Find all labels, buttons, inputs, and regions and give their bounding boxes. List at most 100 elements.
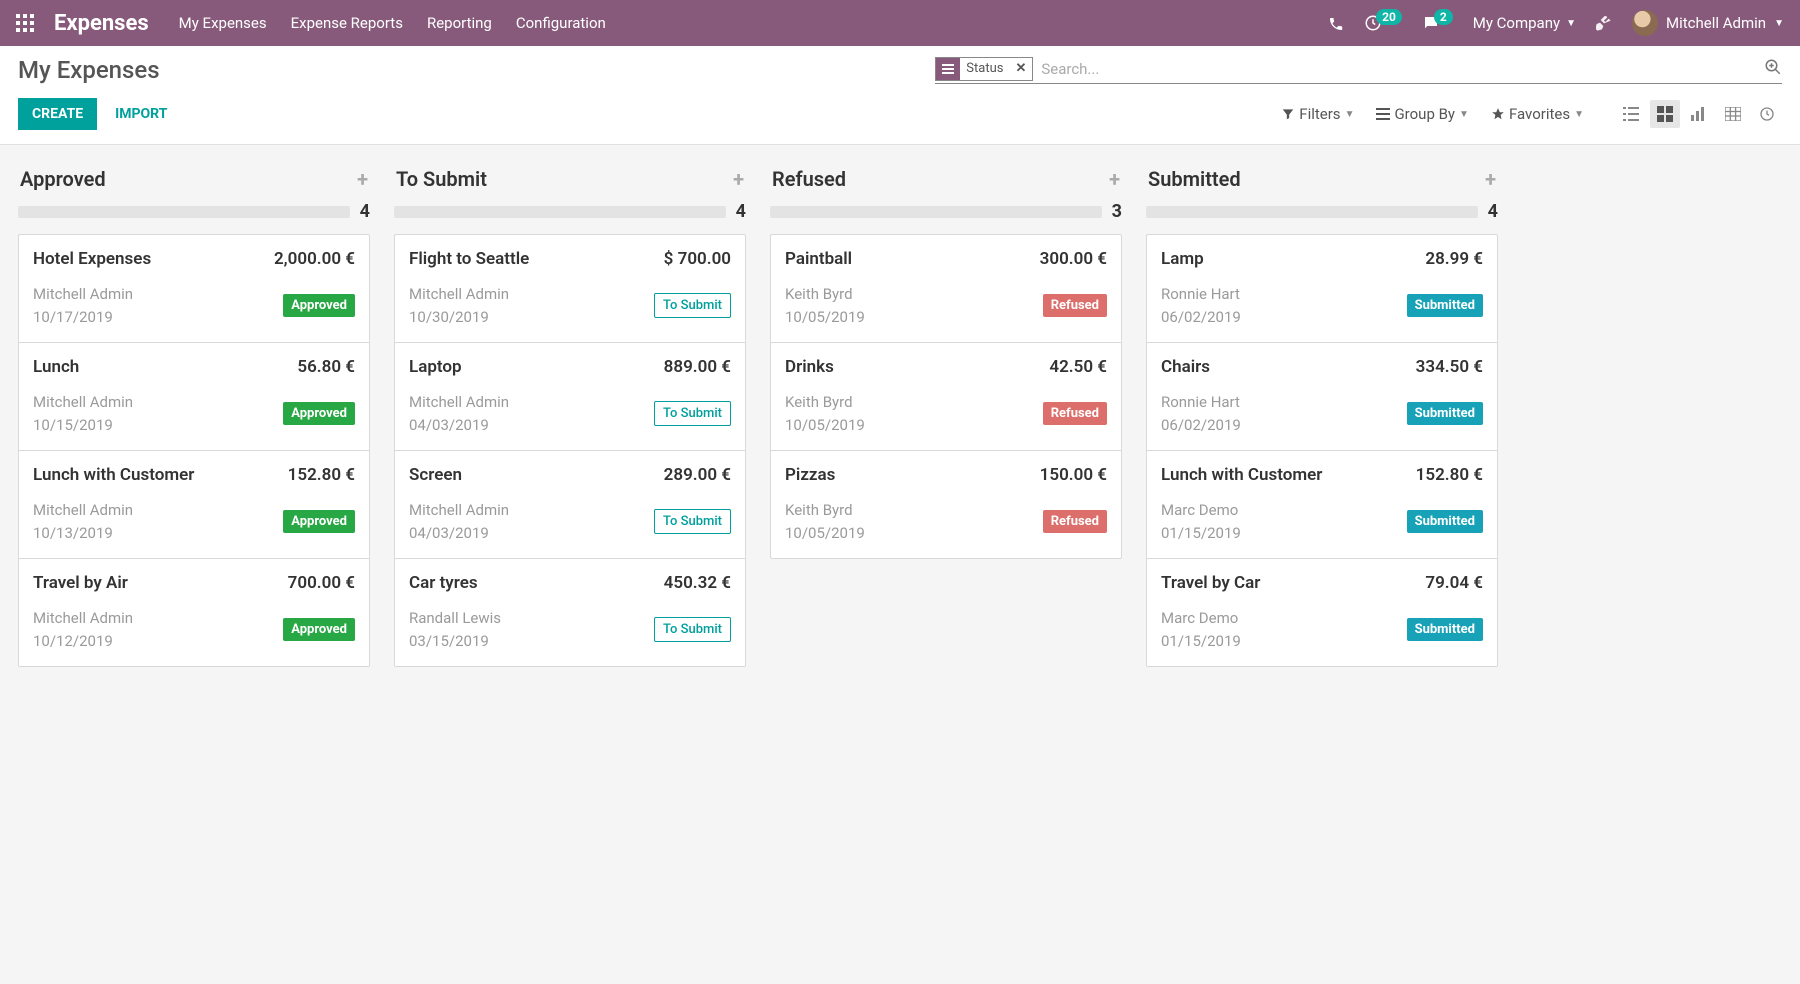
card-title: Flight to Seattle [409, 249, 529, 269]
view-list-icon[interactable] [1616, 100, 1646, 128]
nav-expense-reports[interactable]: Expense Reports [291, 14, 403, 32]
column-title[interactable]: Submitted [1148, 167, 1241, 191]
column-add-icon[interactable]: + [1485, 167, 1496, 191]
kanban-column: Approved+4 Hotel Expenses 2,000.00 € Mit… [18, 163, 370, 667]
column-title[interactable]: Refused [772, 167, 846, 191]
user-menu[interactable]: Mitchell Admin ▼ [1632, 10, 1784, 36]
column-count: 4 [736, 201, 746, 222]
import-button[interactable]: IMPORT [115, 106, 167, 122]
card-meta: Mitchell Admin10/30/2019 [409, 283, 509, 328]
kanban-card[interactable]: Travel by Car 79.04 € Marc Demo01/15/201… [1147, 559, 1497, 666]
status-badge: Submitted [1407, 294, 1483, 317]
card-meta: Marc Demo01/15/2019 [1161, 607, 1241, 652]
kanban-card[interactable]: Car tyres 450.32 € Randall Lewis03/15/20… [395, 559, 745, 666]
kanban-card[interactable]: Laptop 889.00 € Mitchell Admin04/03/2019… [395, 343, 745, 451]
chat-badge: 2 [1434, 9, 1453, 25]
filters-button[interactable]: Filters ▼ [1281, 105, 1354, 123]
status-badge: Approved [283, 294, 355, 317]
card-amount: 152.80 € [288, 465, 355, 485]
kanban-card[interactable]: Lamp 28.99 € Ronnie Hart06/02/2019 Submi… [1147, 235, 1497, 343]
card-meta: Ronnie Hart06/02/2019 [1161, 283, 1241, 328]
kanban-card[interactable]: Flight to Seattle $ 700.00 Mitchell Admi… [395, 235, 745, 343]
status-badge: Approved [283, 618, 355, 641]
kanban-card[interactable]: Screen 289.00 € Mitchell Admin04/03/2019… [395, 451, 745, 559]
view-graph-icon[interactable] [1684, 100, 1714, 128]
nav-configuration[interactable]: Configuration [516, 14, 606, 32]
column-add-icon[interactable]: + [733, 167, 744, 191]
column-count: 4 [1488, 201, 1498, 222]
status-badge: To Submit [654, 401, 731, 426]
card-meta: Ronnie Hart06/02/2019 [1161, 391, 1241, 436]
kanban-card[interactable]: Lunch with Customer 152.80 € Mitchell Ad… [19, 451, 369, 559]
top-nav: My Expenses Expense Reports Reporting Co… [179, 14, 606, 32]
progress-bar [770, 206, 1102, 218]
status-badge: Submitted [1407, 618, 1483, 641]
kanban-card[interactable]: Drinks 42.50 € Keith Byrd10/05/2019 Refu… [771, 343, 1121, 451]
view-pivot-icon[interactable] [1718, 100, 1748, 128]
card-amount: 889.00 € [664, 357, 731, 377]
search-input[interactable] [1041, 60, 1764, 78]
card-list: Flight to Seattle $ 700.00 Mitchell Admi… [394, 234, 746, 667]
favorites-label: Favorites [1509, 105, 1570, 123]
card-amount: 79.04 € [1425, 573, 1483, 593]
kanban-column: Submitted +4 Lamp 28.99 € Ronnie Hart06/0… [1146, 163, 1498, 667]
card-amount: 56.80 € [297, 357, 355, 377]
column-add-icon[interactable]: + [1109, 167, 1120, 191]
kanban-card[interactable]: Pizzas 150.00 € Keith Byrd10/05/2019 Ref… [771, 451, 1121, 558]
chat-icon[interactable]: 2 [1422, 14, 1453, 32]
card-amount: 700.00 € [288, 573, 355, 593]
card-title: Travel by Air [33, 573, 128, 593]
status-badge: Approved [283, 402, 355, 425]
nav-my-expenses[interactable]: My Expenses [179, 14, 267, 32]
card-meta: Mitchell Admin10/12/2019 [33, 607, 133, 652]
kanban-card[interactable]: Chairs 334.50 € Ronnie Hart06/02/2019 Su… [1147, 343, 1497, 451]
kanban-card[interactable]: Lunch 56.80 € Mitchell Admin10/15/2019 A… [19, 343, 369, 451]
favorites-button[interactable]: Favorites ▼ [1491, 105, 1584, 123]
apps-icon[interactable] [16, 14, 34, 32]
search-bar[interactable]: Status ✕ [935, 57, 1782, 84]
card-list: Paintball 300.00 € Keith Byrd10/05/2019 … [770, 234, 1122, 559]
chevron-down-icon: ▼ [1459, 109, 1469, 120]
phone-icon[interactable] [1328, 14, 1344, 32]
groupby-button[interactable]: Group By ▼ [1376, 105, 1468, 123]
card-amount: 289.00 € [664, 465, 731, 485]
card-title: Pizzas [785, 465, 835, 485]
view-switcher [1616, 100, 1782, 128]
view-activity-icon[interactable] [1752, 100, 1782, 128]
status-badge: Refused [1043, 510, 1107, 533]
card-meta: Keith Byrd10/05/2019 [785, 283, 865, 328]
tools-icon[interactable] [1596, 14, 1612, 32]
card-meta: Marc Demo01/15/2019 [1161, 499, 1241, 544]
chevron-down-icon: ▼ [1345, 109, 1355, 120]
search-icon[interactable] [1764, 58, 1782, 80]
column-title[interactable]: To Submit [396, 167, 487, 191]
column-title[interactable]: Approved [20, 167, 106, 191]
app-title[interactable]: Expenses [54, 11, 149, 36]
card-title: Travel by Car [1161, 573, 1260, 593]
search-facet-status[interactable]: Status ✕ [935, 57, 1033, 81]
page-title: My Expenses [18, 56, 160, 84]
card-meta: Mitchell Admin04/03/2019 [409, 391, 509, 436]
kanban-card[interactable]: Travel by Air 700.00 € Mitchell Admin10/… [19, 559, 369, 666]
create-button[interactable]: CREATE [18, 98, 97, 130]
card-meta: Mitchell Admin04/03/2019 [409, 499, 509, 544]
facet-remove[interactable]: ✕ [1009, 61, 1032, 76]
card-amount: 42.50 € [1049, 357, 1107, 377]
card-amount: 450.32 € [664, 573, 731, 593]
column-add-icon[interactable]: + [357, 167, 368, 191]
nav-reporting[interactable]: Reporting [427, 14, 492, 32]
clock-icon[interactable]: 20 [1364, 14, 1402, 32]
card-title: Chairs [1161, 357, 1210, 377]
progress-bar [394, 206, 726, 218]
status-badge: Refused [1043, 402, 1107, 425]
progress-bar [18, 206, 350, 218]
kanban-card[interactable]: Hotel Expenses 2,000.00 € Mitchell Admin… [19, 235, 369, 343]
kanban-column: Refused +3 Paintball 300.00 € Keith Byrd1… [770, 163, 1122, 667]
company-selector[interactable]: My Company ▼ [1473, 14, 1576, 32]
kanban-card[interactable]: Paintball 300.00 € Keith Byrd10/05/2019 … [771, 235, 1121, 343]
view-kanban-icon[interactable] [1650, 100, 1680, 128]
kanban-card[interactable]: Lunch with Customer 152.80 € Marc Demo01… [1147, 451, 1497, 559]
card-meta: Keith Byrd10/05/2019 [785, 499, 865, 544]
column-count: 3 [1112, 201, 1122, 222]
card-list: Lamp 28.99 € Ronnie Hart06/02/2019 Submi… [1146, 234, 1498, 667]
